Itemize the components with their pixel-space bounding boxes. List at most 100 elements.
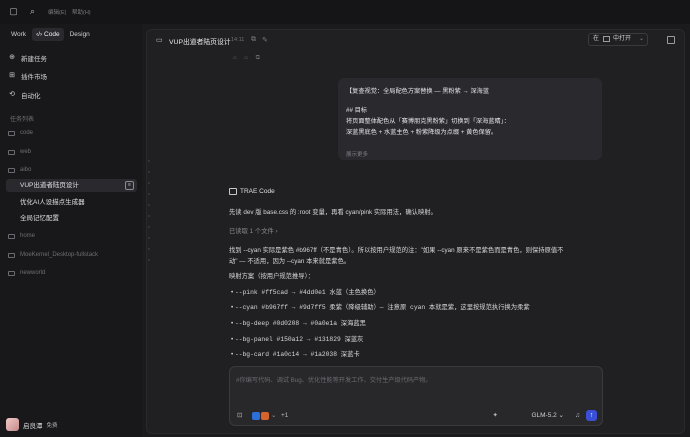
attach-icon[interactable]: ⊡ [237, 411, 242, 419]
mic-icon[interactable]: ♫ [575, 412, 580, 419]
folder-home[interactable]: home [8, 230, 35, 242]
assistant-paragraph: 找到 --cyan 实际是紫色 #b967ff（不是青色）。所以按用户规范的注：… [229, 247, 564, 254]
search-icon[interactable]: ⌕ [27, 6, 38, 17]
chevron-down-icon: ⌄ [639, 36, 645, 42]
nav-plugin-market[interactable]: ⊞ 插件市场 [8, 69, 47, 82]
user-message-line: 深蓝黑底色 + 水蓝主色 + 粉紫降级为点缀 + 黄色保留。 [346, 129, 498, 136]
mode-design[interactable]: Design [66, 28, 94, 41]
scroll-dot [148, 160, 150, 162]
context-count: +1 [281, 412, 289, 419]
scroll-dot [148, 215, 150, 217]
task-item-label: VUP出道者陆页设计 [20, 182, 79, 189]
folder-aibo[interactable]: aibo [8, 164, 31, 176]
panel-toggle-icon[interactable] [667, 36, 675, 44]
scroll-dot [148, 182, 150, 184]
task-list-title: 任务列表 [10, 117, 35, 123]
task-item[interactable]: 优化AI人设描点生成器 [20, 196, 85, 209]
chat-panel: ▭ VUP出道者陆页设计 14:11 ⧉ ✎ 在 中打开 ⌄ ⌂ ⌂ ⧉ 【复查… [146, 29, 685, 434]
task-menu-icon[interactable]: ≡ [125, 181, 134, 190]
dropdown-icon[interactable]: ⌄ [271, 411, 276, 419]
automation-icon: ⟲ [9, 90, 15, 98]
folder-web[interactable]: web [8, 146, 31, 158]
avatar [6, 418, 19, 431]
show-more-link[interactable]: 展示更多 [346, 150, 368, 158]
assistant-paragraph: 先读 dev 版 base.css 的 :root 变量，再看 cyan/pin… [229, 209, 437, 216]
chat-header: ▭ VUP出道者陆页设计 14:11 ⧉ ✎ 在 中打开 ⌄ [147, 30, 684, 50]
scroll-dot [148, 171, 150, 173]
plugin-icon: ⊞ [9, 71, 15, 79]
sidebar-toggle-icon[interactable]: ▢ [8, 6, 19, 17]
open-in-prefix: 在 [593, 36, 600, 42]
page-title: VUP出道者陆页设计 [169, 39, 231, 46]
folder-code-label: code [20, 130, 34, 136]
mode-switcher: Work ‹/› Code Design [7, 28, 94, 41]
code-icon: ‹/› [36, 31, 43, 38]
trae-logo-icon [229, 188, 237, 195]
scroll-dot [148, 226, 150, 228]
scroll-dot [148, 237, 150, 239]
user-name: 启良潭 [23, 422, 43, 430]
folder-web-label: web [20, 149, 32, 155]
send-button[interactable]: ↑ [586, 410, 597, 421]
sparkle-icon[interactable]: ✦ [493, 411, 498, 419]
model-selector[interactable]: GLM-5.2 ⌄ [531, 411, 564, 419]
scroll-dots [148, 160, 151, 270]
input-placeholder: #你编写代码、调试 Bug、优化性能等开发工作，交付生产级代码产物。 [236, 377, 432, 384]
user-message-bubble: 【复查视觉：全局配色方案替换 — 黑粉紫 → 深海蓝 ## 目标 将页面整体配色… [338, 78, 602, 160]
assistant-name: TRAE Code [240, 188, 275, 195]
model-name: GLM-5.2 [531, 412, 557, 419]
app-window: ▢ ⌕ 编辑(E) 帮助(H) Work ‹/› Code Design ⊕ 新… [0, 0, 690, 437]
copy-message-icon[interactable]: ⧉ [256, 55, 260, 61]
menu-help[interactable]: 帮助(H) [72, 8, 91, 16]
nav-automation[interactable]: ⟲ 自动化 [8, 88, 41, 101]
assistant-header: TRAE Code [229, 188, 275, 195]
context-icon-2[interactable] [261, 412, 269, 420]
chat-time: 14:11 [231, 37, 245, 43]
open-in-button[interactable]: 在 中打开 ⌄ [588, 33, 648, 46]
scroll-dot [148, 248, 150, 250]
assistant-paragraph: 映射方案（按用户规范推导）： [229, 273, 315, 280]
open-in-label: 中打开 [613, 36, 632, 42]
title-bar: ▢ ⌕ 编辑(E) 帮助(H) [0, 0, 690, 24]
like-icon[interactable]: ⌂ [233, 55, 237, 61]
folder-moekernel[interactable]: MoeKernel_Desktop-fullstack [8, 249, 98, 261]
folder-code[interactable]: code [8, 127, 33, 139]
plus-icon: ⊕ [9, 53, 15, 61]
plan-badge: 免费 [46, 422, 58, 429]
copy-icon[interactable]: ⧉ [251, 36, 256, 44]
task-item[interactable]: 全局记忆配置 [20, 212, 59, 225]
folder-aibo-label: aibo [20, 167, 32, 173]
read-files-label: 已读取 1 个文件 [229, 228, 274, 235]
folder-newworld-label: newworld [20, 270, 46, 276]
scroll-dot [148, 259, 150, 261]
chevron-down-icon: ⌄ [558, 412, 564, 419]
chat-input[interactable]: #你编写代码、调试 Bug、优化性能等开发工作，交付生产级代码产物。 ⊡ ⌄ +… [229, 366, 603, 426]
list-item: • --bg-deep #0d0208 → #0a0e1a 深海蓝黑 [231, 320, 366, 327]
mode-code-label: Code [44, 31, 60, 38]
menu-edit[interactable]: 编辑(E) [48, 8, 66, 16]
list-item-text: --pink #ff5cad → #4dd0e1 水蓝（主色换色） [234, 289, 380, 296]
nav-new-task[interactable]: ⊕ 新建任务 [8, 51, 47, 64]
user-message-line: ## 目标 [346, 107, 367, 114]
chat-icon: ▭ [156, 37, 163, 44]
nav-new-task-label: 新建任务 [21, 55, 47, 63]
folder-icon [8, 270, 15, 276]
dislike-icon[interactable]: ⌂ [244, 55, 248, 61]
context-icon[interactable] [252, 412, 260, 420]
folder-icon [8, 167, 15, 173]
read-files-link[interactable]: 已读取 1 个文件 › [229, 226, 278, 235]
folder-icon [8, 233, 15, 239]
nav-automation-label: 自动化 [21, 92, 41, 100]
edit-icon[interactable]: ✎ [262, 36, 268, 44]
folder-newworld[interactable]: newworld [8, 267, 45, 279]
task-item-active[interactable]: VUP出道者陆页设计 ≡ [6, 179, 137, 192]
message-actions: ⌂ ⌂ ⧉ [233, 55, 260, 62]
mode-work[interactable]: Work [7, 28, 30, 41]
mode-code[interactable]: ‹/› Code [32, 28, 64, 41]
list-item-text: --bg-deep #0d0208 → #0a0e1a 深海蓝黑 [234, 320, 366, 327]
folder-moekernel-label: MoeKernel_Desktop-fullstack [20, 252, 99, 258]
folder-icon [8, 130, 15, 136]
user-message-line: 【复查视觉：全局配色方案替换 — 黑粉紫 → 深海蓝 [346, 88, 490, 95]
user-profile[interactable]: 启良潭 免费 [6, 418, 58, 431]
list-item-text: --bg-panel #150a12 → #131829 深蓝灰 [234, 336, 364, 343]
